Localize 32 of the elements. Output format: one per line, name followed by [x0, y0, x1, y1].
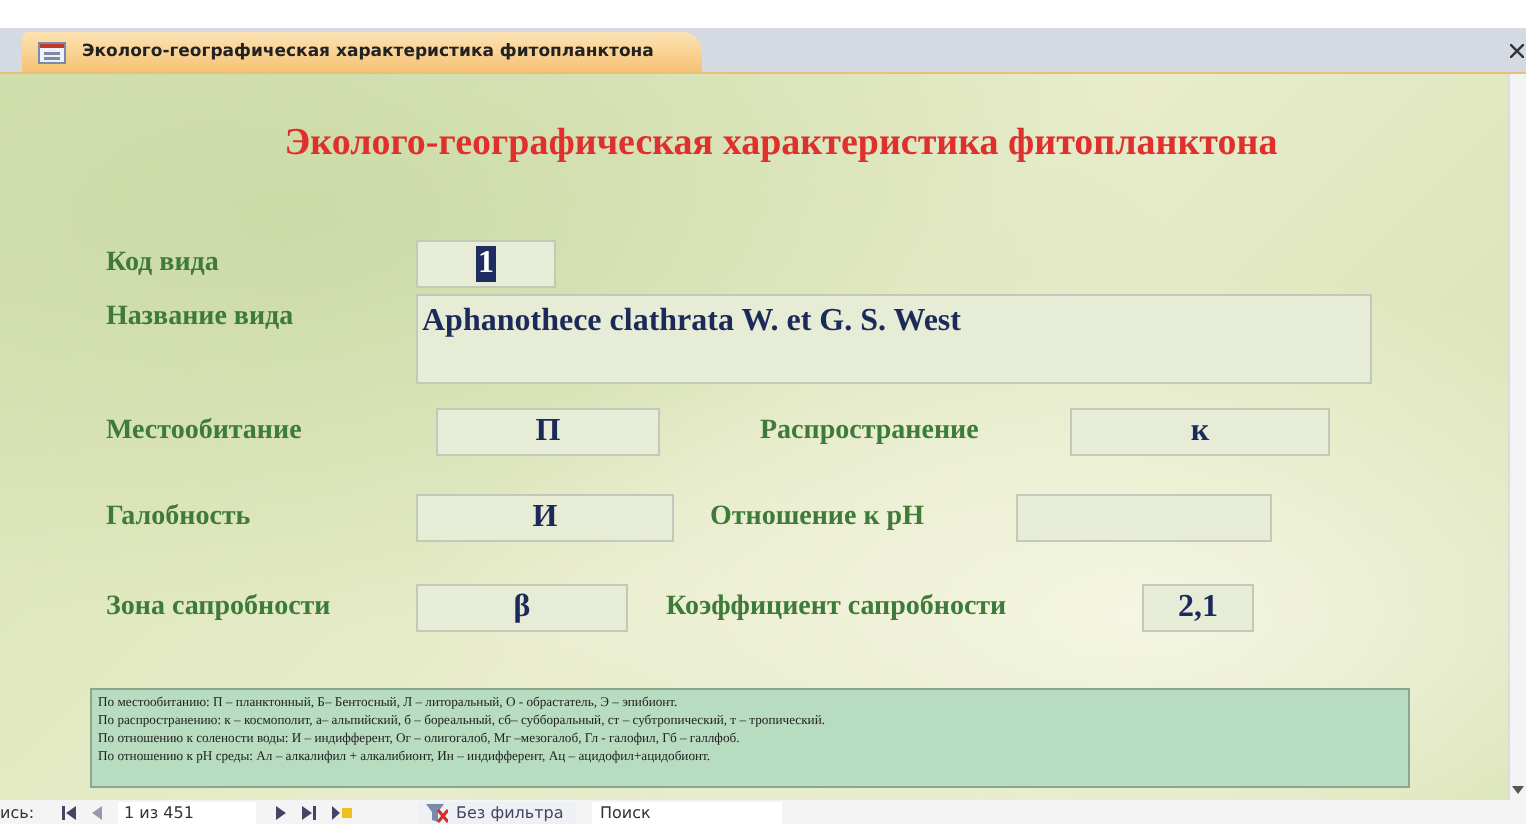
field-label: Местообитание: [106, 416, 304, 448]
last-record-icon[interactable]: [302, 806, 317, 820]
form-tab[interactable]: Эколого-географическая характеристика фитопланктона: [22, 32, 702, 72]
search-field[interactable]: Поиск: [592, 801, 783, 824]
record-label: ись:: [0, 804, 35, 822]
record-field[interactable]: 1 из 451: [118, 801, 257, 824]
field-label: Название вида: [106, 302, 296, 334]
field-label: Галобность: [106, 502, 253, 534]
scrollbar[interactable]: [1508, 74, 1526, 800]
input-field[interactable]: Aphanothece clathrata W. et G. S. West: [416, 294, 1372, 384]
field-label: Код вида: [106, 248, 221, 280]
input-field[interactable]: к: [1070, 408, 1330, 456]
field-label: Отношение к pH: [710, 502, 926, 534]
field-label: Распространение: [760, 416, 981, 448]
input-field[interactable]: β: [416, 584, 628, 632]
new-record-icon[interactable]: [332, 806, 353, 820]
first-record-icon[interactable]: [62, 806, 77, 820]
next-record-icon[interactable]: [276, 806, 287, 820]
form-title: Эколого-географическая характеристика фитопланктона: [282, 122, 1280, 168]
scroll-down-icon[interactable]: [1512, 786, 1524, 794]
input-field[interactable]: П: [436, 408, 660, 456]
funnel-icon: [426, 803, 449, 823]
field-label: Зона сапробности: [106, 592, 333, 624]
input-field[interactable]: [1016, 494, 1272, 542]
close-icon[interactable]: [1510, 44, 1524, 58]
input-field[interactable]: 1: [416, 240, 556, 288]
filter-button[interactable]: Без фильтра: [418, 801, 577, 824]
previous-record-icon[interactable]: [92, 806, 103, 820]
input-field[interactable]: 2,1: [1142, 584, 1254, 632]
field-label: Коэффициент сапробности: [666, 592, 1009, 624]
form-icon: [38, 41, 66, 63]
input-field[interactable]: И: [416, 494, 674, 542]
